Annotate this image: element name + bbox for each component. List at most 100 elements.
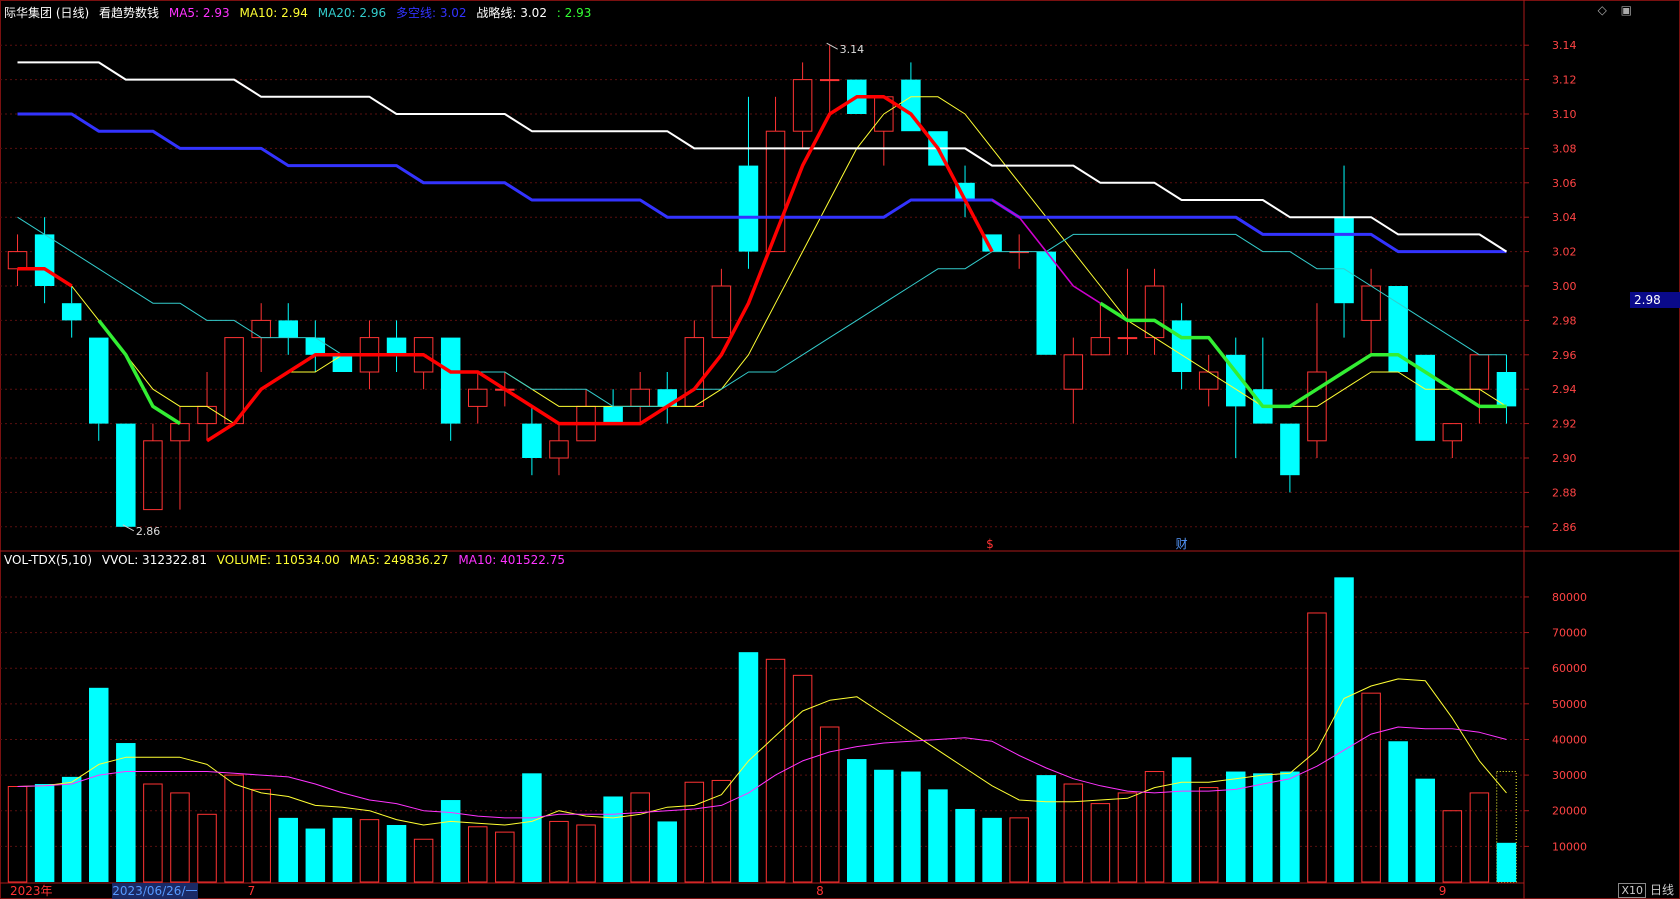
candle-body-down [1036, 251, 1056, 355]
header-ma5: MA5: 2.93 [168, 6, 230, 20]
volume-bar-up [359, 819, 380, 883]
volume-bar-up [765, 658, 786, 883]
candle-body-up [630, 388, 650, 407]
volume-bar-up [1469, 792, 1490, 883]
volume-bar-down [1280, 771, 1300, 882]
chart-canvas[interactable]: 2.86 2.88 2.90 2.92 2.94 2.96 2.98 3.00 3.02 3.04… [0, 0, 1680, 899]
date-label: 8 [816, 884, 824, 898]
candle-body-down [278, 320, 298, 338]
price-tick-label: 3.08 [1552, 142, 1577, 155]
volume-bar-down [278, 817, 298, 882]
volume-bar-up [792, 674, 813, 883]
price-chart-header: 际华集团 (日线) 看趋势数钱 MA5: 2.93 MA10: 2.94 MA2… [4, 4, 597, 22]
price-tick-label: 3.02 [1552, 246, 1577, 259]
volume-bar-down [982, 817, 1002, 882]
volume-bar-down [305, 828, 326, 882]
volume-bar-down [61, 776, 82, 882]
volume-tick-label: 10000 [1552, 840, 1587, 853]
date-label: 2023年 [10, 884, 53, 898]
volume-bar-down [1415, 778, 1435, 882]
candle-body-up [197, 405, 217, 425]
volume-tick-label: 50000 [1552, 698, 1587, 711]
candle-body-up [468, 388, 488, 407]
extreme-value-label: 2.86 [136, 525, 161, 538]
price-tick-label: 2.86 [1552, 521, 1577, 534]
price-tick-label: 2.98 [1552, 314, 1577, 327]
candle-body-down [34, 234, 55, 286]
candle-body-down [1280, 423, 1300, 476]
price-tick-label: 3.14 [1552, 39, 1577, 52]
header-vvol: VVOL: 312322.81 [101, 553, 207, 567]
candle-body-up [711, 285, 732, 339]
extreme-pointer [826, 42, 838, 50]
diamond-icon[interactable]: ◇ [1598, 3, 1607, 17]
zoom-x10-button[interactable]: X10 [1618, 883, 1646, 898]
header-vol-ma5: MA5: 249836.27 [349, 553, 449, 567]
candle-body-up [1442, 423, 1463, 442]
ma5-line [17, 96, 1507, 425]
price-tick-label: 2.92 [1552, 418, 1577, 431]
volume-tick-label: 20000 [1552, 805, 1587, 818]
volume-bar-down [928, 789, 948, 882]
candle-body-down [738, 165, 759, 252]
volume-bar-down [1334, 577, 1354, 882]
candle-body-down [440, 337, 461, 424]
volume-tick-label: 30000 [1552, 769, 1587, 782]
volume-bar-down [1253, 773, 1273, 882]
volume-bar-down [89, 687, 109, 882]
price-tick-label: 3.12 [1552, 74, 1577, 87]
window-controls: ◇ ▣ [1588, 3, 1632, 17]
volume-bar-down [1036, 775, 1056, 882]
volume-bar-up [1090, 803, 1111, 883]
event-mark: 财 [1176, 537, 1188, 551]
header-ma10: MA10: 2.94 [239, 6, 308, 20]
candle-body-up [224, 337, 244, 425]
period-label[interactable]: 日线 [1650, 881, 1674, 898]
candle-body-up [143, 440, 163, 511]
candle-body-up [170, 423, 190, 442]
volume-tick-label: 40000 [1552, 733, 1587, 746]
trend-down-line [97, 301, 1507, 426]
volume-bar-down [522, 773, 542, 882]
volume-bar-down [738, 652, 759, 882]
extreme-value-label: 3.14 [840, 43, 865, 56]
candle-body-up [1117, 337, 1138, 340]
candle-body-down [332, 354, 353, 372]
volume-bar-down [603, 796, 623, 882]
candle-body-up [1469, 354, 1490, 390]
price-tick-label: 3.06 [1552, 177, 1577, 190]
volume-bar-up [7, 786, 28, 883]
volume-bar-down [657, 821, 677, 882]
volume-indicator-name[interactable]: VOL-TDX(5,10) [4, 553, 92, 567]
candle-body-down [305, 337, 326, 355]
header-volume: VOLUME: 110534.00 [216, 553, 340, 567]
header-vol-ma10: MA10: 401522.75 [458, 553, 565, 567]
volume-bar-down [1171, 757, 1192, 882]
volume-bar-up [495, 831, 515, 883]
price-tick-label: 2.88 [1552, 486, 1577, 499]
window-icon[interactable]: ▣ [1621, 3, 1632, 17]
price-tick-label: 2.96 [1552, 349, 1577, 362]
volume-bar-up [170, 792, 190, 883]
volume-bar-down [116, 743, 136, 882]
header-long-short-line: 多空线: 3.02 [395, 6, 467, 20]
indicator-name[interactable]: 看趋势数钱 [99, 6, 159, 20]
volume-tick-label: 70000 [1552, 627, 1587, 640]
event-mark: $ [986, 537, 994, 551]
stock-name[interactable]: 际华集团 (日线) [4, 6, 89, 20]
candle-body-down [522, 423, 542, 458]
date-label: 7 [247, 884, 256, 898]
volume-bar-up [224, 774, 244, 883]
volume-bar-down [955, 808, 975, 882]
volume-chart-header: VOL-TDX(5,10) VVOL: 312322.81 VOLUME: 11… [4, 551, 571, 569]
candle-body-down [89, 337, 109, 424]
volume-bar-down [34, 784, 55, 882]
candle-body-up [7, 251, 28, 270]
candle-body-down [1496, 372, 1517, 407]
strategy-line [17, 61, 1508, 253]
candle-body-down [603, 406, 623, 424]
outer-frame [0, 0, 1680, 899]
price-tick-label: 3.10 [1552, 108, 1577, 121]
volume-bar-up [413, 838, 434, 883]
price-tick-label: 2.94 [1552, 383, 1577, 396]
